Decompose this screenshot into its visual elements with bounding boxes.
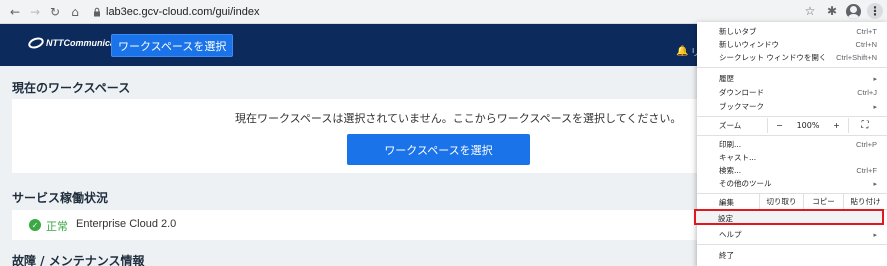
forward-icon[interactable]: →	[26, 3, 44, 21]
menu-item-help[interactable]: ヘルプ ▸	[697, 228, 887, 241]
zoom-level: 100%	[796, 121, 820, 130]
chrome-menu-button[interactable]: ⋮	[867, 3, 883, 19]
menu-item-history[interactable]: 履歴 ▸	[697, 72, 887, 85]
back-icon[interactable]: ←	[6, 3, 24, 21]
menu-item-incognito[interactable]: シークレット ウィンドウを開く Ctrl+Shift+N	[697, 51, 887, 64]
select-workspace-button[interactable]: ワークスペースを選択	[347, 134, 530, 165]
submenu-arrow-icon: ▸	[873, 230, 877, 239]
status-text: 正常	[46, 220, 68, 233]
submenu-arrow-icon: ▸	[873, 179, 877, 188]
cut-button[interactable]: 切り取り	[759, 194, 803, 209]
menu-item-new-tab[interactable]: 新しいタブ Ctrl+T	[697, 25, 887, 38]
menu-item-downloads[interactable]: ダウンロード Ctrl+J	[697, 86, 887, 99]
current-workspace-card: 現在ワークスペースは選択されていません。ここからワークスペースを選択してください…	[12, 99, 702, 173]
bell-icon: 🔔	[676, 46, 689, 57]
browser-toolbar: ← → ↻ ⌂ lab3ec.gcv-cloud.com/gui/index ☆…	[0, 0, 887, 24]
service-status-title: サービス稼働状況	[12, 191, 109, 205]
lock-icon	[94, 7, 100, 16]
service-status-card: ✓ 正常 Enterprise Cloud 2.0	[12, 210, 702, 240]
submenu-arrow-icon: ▸	[873, 74, 877, 83]
extensions-icon[interactable]: ✱	[824, 3, 840, 19]
menu-separator	[697, 67, 887, 68]
reload-icon[interactable]: ↻	[46, 3, 64, 21]
menu-item-more-tools[interactable]: その他のツール ▸	[697, 177, 887, 190]
menu-item-print[interactable]: 印刷... Ctrl+P	[697, 138, 887, 151]
menu-zoom-row: ズーム − 100% + ⛶	[697, 118, 887, 133]
maintenance-title: 故障 / メンテナンス情報	[12, 254, 145, 266]
fullscreen-icon[interactable]: ⛶	[855, 118, 875, 133]
address-bar[interactable]: lab3ec.gcv-cloud.com/gui/index	[92, 6, 259, 18]
no-workspace-message: 現在ワークスペースは選択されていません。ここからワークスペースを選択してください…	[235, 112, 682, 125]
menu-item-settings[interactable]: 設定	[694, 209, 884, 225]
current-workspace-title: 現在のワークスペース	[12, 81, 131, 95]
check-circle-icon: ✓	[29, 219, 41, 231]
home-icon[interactable]: ⌂	[66, 3, 84, 21]
menu-separator	[697, 116, 887, 117]
menu-edit-row: 編集 切り取り コピー 貼り付け	[697, 194, 887, 209]
zoom-out-button[interactable]: −	[767, 118, 791, 133]
menu-item-cast[interactable]: キャスト...	[697, 151, 887, 164]
menu-item-exit[interactable]: 終了	[697, 249, 887, 262]
paste-button[interactable]: 貼り付け	[843, 194, 887, 209]
menu-item-find[interactable]: 検索... Ctrl+F	[697, 164, 887, 177]
menu-item-bookmarks[interactable]: ブックマーク ▸	[697, 100, 887, 113]
copy-button[interactable]: コピー	[803, 194, 843, 209]
edit-label: 編集	[719, 198, 734, 207]
menu-separator	[697, 135, 887, 136]
ntt-logo-icon	[26, 35, 46, 51]
profile-avatar[interactable]	[846, 3, 861, 19]
chrome-menu: 新しいタブ Ctrl+T 新しいウィンドウ Ctrl+N シークレット ウィンドウを…	[697, 22, 887, 266]
bookmark-star-icon[interactable]: ☆	[802, 3, 818, 19]
service-name: Enterprise Cloud 2.0	[76, 218, 177, 230]
url-text: lab3ec.gcv-cloud.com/gui/index	[106, 5, 260, 18]
submenu-arrow-icon: ▸	[873, 102, 877, 111]
menu-separator	[697, 244, 887, 245]
zoom-in-button[interactable]: +	[825, 118, 849, 133]
workspace-select-header-button[interactable]: ワークスペースを選択	[111, 34, 234, 57]
menu-item-new-window[interactable]: 新しいウィンドウ Ctrl+N	[697, 38, 887, 51]
